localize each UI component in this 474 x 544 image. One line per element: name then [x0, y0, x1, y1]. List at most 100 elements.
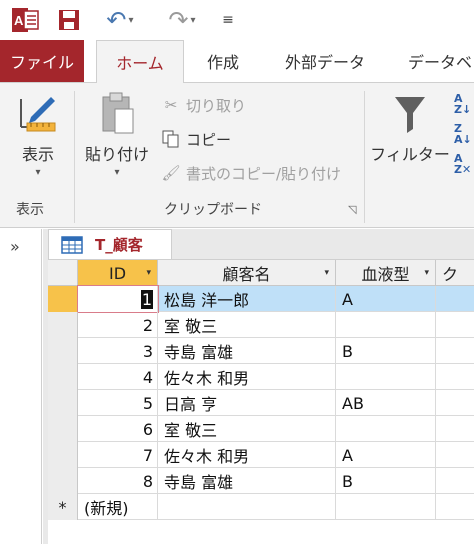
- clipboard-dialog-launcher-icon[interactable]: ◹: [348, 203, 356, 216]
- cell-blood-type[interactable]: A: [336, 442, 436, 468]
- copy-button[interactable]: コピー: [160, 127, 231, 151]
- cell-customer-name[interactable]: 松島 洋一郎: [158, 286, 336, 312]
- cell-blood-type[interactable]: [336, 364, 436, 390]
- select-all-corner[interactable]: [48, 260, 78, 286]
- column-sort-filter-arrow[interactable]: ▾: [324, 268, 329, 278]
- cell-next-column[interactable]: [436, 390, 474, 416]
- filter-funnel-icon: [395, 97, 425, 133]
- remove-sort-icon[interactable]: A Z✕: [454, 153, 474, 175]
- cell-id[interactable]: 4: [78, 364, 158, 390]
- clipboard-group-label: クリップボード: [164, 202, 262, 218]
- cell-id[interactable]: 1: [77, 285, 159, 313]
- cell-id[interactable]: 6: [78, 416, 158, 442]
- sort-descending-icon[interactable]: Z A↓: [454, 123, 474, 145]
- cell-next-column[interactable]: [436, 468, 474, 494]
- undo-dropdown-arrow[interactable]: ▾: [129, 15, 134, 26]
- cell-blood-type[interactable]: AB: [336, 390, 436, 416]
- cell-customer-name[interactable]: 室 敬三: [158, 416, 336, 442]
- tab-external-data[interactable]: 外部データ: [272, 40, 378, 82]
- cell-id[interactable]: 3: [78, 338, 158, 364]
- undo-icon: ↶: [106, 6, 127, 34]
- scissors-icon: ✂: [164, 96, 178, 114]
- table-row[interactable]: 3 寺島 富雄 B: [48, 338, 474, 364]
- new-record-row[interactable]: * (新規): [48, 494, 474, 520]
- cell-customer-name[interactable]: 室 敬三: [158, 312, 336, 338]
- cell-blood-type[interactable]: [336, 494, 436, 520]
- ribbon: 表示 ▾ 表示 貼り付け ▾ ✂ 切り取り コピー 🖌 書式のコピー/貼り付け クリ…: [0, 82, 474, 228]
- record-selector[interactable]: [48, 442, 78, 468]
- column-sort-filter-arrow[interactable]: ▾: [146, 268, 151, 278]
- document-tab[interactable]: T_顧客: [48, 229, 172, 259]
- cell-next-column[interactable]: [436, 286, 474, 312]
- cell-customer-name[interactable]: 寺島 富雄: [158, 338, 336, 364]
- column-sort-filter-arrow[interactable]: ▾: [424, 268, 429, 278]
- quick-access-toolbar: A ↶ ▾ ↷ ▾ ≡: [0, 0, 474, 40]
- cut-button[interactable]: ✂ 切り取り: [160, 93, 246, 117]
- cell-blood-type[interactable]: B: [336, 468, 436, 494]
- paste-button[interactable]: 貼り付け ▾: [82, 91, 152, 178]
- tab-database-tools[interactable]: データベ: [396, 40, 474, 82]
- save-button[interactable]: [56, 6, 82, 34]
- redo-button[interactable]: ↷ ▾: [160, 6, 204, 34]
- paste-dropdown-arrow[interactable]: ▾: [114, 167, 119, 178]
- table-row[interactable]: 1 松島 洋一郎 A: [48, 285, 474, 313]
- cell-next-column[interactable]: [436, 312, 474, 338]
- access-logo-icon: A: [8, 6, 42, 34]
- column-header-id[interactable]: ID ▾: [78, 260, 158, 286]
- filter-button[interactable]: フィルター: [370, 91, 450, 165]
- sort-icons: A Z↓ Z A↓ A Z✕: [454, 93, 474, 175]
- new-record-marker[interactable]: *: [48, 494, 78, 520]
- cut-label: 切り取り: [186, 96, 247, 115]
- expand-nav-pane-button[interactable]: »: [10, 237, 20, 256]
- tab-file[interactable]: ファイル: [0, 40, 84, 82]
- record-selector[interactable]: [48, 468, 78, 494]
- table-row[interactable]: 8 寺島 富雄 B: [48, 468, 474, 494]
- cell-customer-name[interactable]: 佐々木 和男: [158, 364, 336, 390]
- cell-customer-name[interactable]: 日高 亨: [158, 390, 336, 416]
- group-divider: [74, 91, 75, 223]
- cell-blood-type[interactable]: [336, 416, 436, 442]
- sort-ascending-icon[interactable]: A Z↓: [454, 93, 474, 115]
- column-header-blood-type[interactable]: 血液型 ▾: [336, 260, 436, 286]
- record-selector[interactable]: [48, 286, 78, 312]
- cell-next-column[interactable]: [436, 338, 474, 364]
- column-header-name[interactable]: 顧客名 ▾: [158, 260, 336, 286]
- new-record-label[interactable]: (新規): [78, 494, 158, 520]
- table-row[interactable]: 4 佐々木 和男: [48, 364, 474, 390]
- customize-qat-button[interactable]: ≡: [218, 6, 238, 34]
- record-selector[interactable]: [48, 338, 78, 364]
- record-selector[interactable]: [48, 312, 78, 338]
- tab-create[interactable]: 作成: [192, 40, 254, 82]
- cell-next-column[interactable]: [436, 442, 474, 468]
- cell-next-column[interactable]: [436, 416, 474, 442]
- cell-id[interactable]: 8: [78, 468, 158, 494]
- table-row[interactable]: 2室 敬三: [48, 312, 474, 338]
- cell-id[interactable]: 5: [78, 390, 158, 416]
- table-row[interactable]: 6室 敬三: [48, 416, 474, 442]
- cell-customer-name[interactable]: [158, 494, 336, 520]
- table-row[interactable]: 5 日高 亨 AB: [48, 390, 474, 416]
- cell-blood-type[interactable]: [336, 312, 436, 338]
- cell-next-column[interactable]: [436, 364, 474, 390]
- undo-button[interactable]: ↶ ▾: [98, 6, 142, 34]
- cell-blood-type[interactable]: B: [336, 338, 436, 364]
- cell-id[interactable]: 2: [78, 312, 158, 338]
- view-dropdown-arrow[interactable]: ▾: [35, 167, 40, 178]
- redo-dropdown-arrow[interactable]: ▾: [191, 15, 196, 26]
- datasheet-header: ID ▾ 顧客名 ▾ 血液型 ▾ ク: [48, 260, 474, 286]
- table-row[interactable]: 7 佐々木 和男 A: [48, 442, 474, 468]
- column-header-label: 顧客名: [222, 265, 271, 284]
- cell-customer-name[interactable]: 佐々木 和男: [158, 442, 336, 468]
- tab-home[interactable]: ホーム: [96, 40, 184, 83]
- cell-customer-name[interactable]: 寺島 富雄: [158, 468, 336, 494]
- format-painter-button[interactable]: 🖌 書式のコピー/貼り付け: [160, 161, 341, 185]
- record-selector[interactable]: [48, 390, 78, 416]
- cell-blood-type[interactable]: A: [336, 286, 436, 312]
- column-header-label: ク: [442, 265, 459, 284]
- record-selector[interactable]: [48, 364, 78, 390]
- view-button[interactable]: 表示 ▾: [12, 91, 64, 178]
- cell-value: 1: [140, 289, 153, 309]
- record-selector[interactable]: [48, 416, 78, 442]
- cell-id[interactable]: 7: [78, 442, 158, 468]
- column-header-next[interactable]: ク: [436, 260, 474, 286]
